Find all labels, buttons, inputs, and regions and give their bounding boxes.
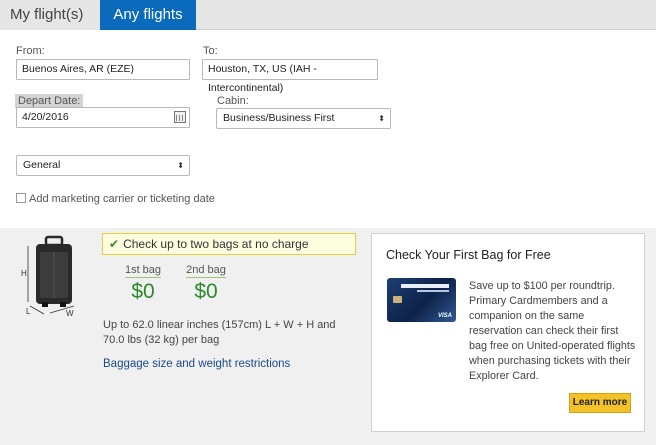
depart-date-input[interactable]: 4/20/2016 [16, 107, 190, 128]
length-label: L [26, 307, 31, 316]
to-input[interactable]: Houston, TX, US (IAH - Intercontinental) [202, 59, 378, 94]
first-bag-label: 1st bag [124, 264, 162, 278]
baggage-panel: H L W ✔ Check up to two bags at no charge… [0, 228, 656, 445]
select-arrows-icon: ⬍ [177, 161, 184, 170]
cabin-select-value: Business/Business First [223, 112, 335, 124]
marketing-carrier-label: Add marketing carrier or ticketing date [29, 193, 215, 205]
bag-allowance-description: Up to 62.0 linear inches (157cm) L + W +… [103, 319, 336, 346]
first-bag-fee: 1st bag $0 [118, 262, 168, 304]
marketing-carrier-option[interactable]: Add marketing carrier or ticketing date [16, 193, 215, 205]
second-bag-label: 2nd bag [186, 264, 226, 278]
from-label: From: [16, 45, 45, 57]
checkmark-icon: ✔ [109, 237, 120, 251]
credit-card-image: VISA [387, 278, 456, 322]
cabin-label: Cabin: [217, 95, 249, 107]
search-form: From: Buenos Aires, AR (EZE) To: Houston… [0, 31, 656, 228]
credit-card-promo: Check Your First Bag for Free VISA Save … [371, 233, 645, 432]
fare-type-value: General [23, 159, 61, 171]
free-bags-banner: ✔ Check up to two bags at no charge [102, 233, 356, 255]
width-label: W [66, 309, 74, 316]
promo-text: Save up to $100 per roundtrip. Primary C… [469, 280, 636, 382]
depart-date-value: 4/20/2016 [22, 111, 69, 123]
card-brand-logo: VISA [437, 313, 452, 319]
baggage-restrictions-link[interactable]: Baggage size and weight restrictions [103, 358, 290, 370]
select-arrows-icon: ⬍ [378, 114, 385, 123]
marketing-carrier-checkbox[interactable] [16, 193, 26, 203]
second-bag-fee: 2nd bag $0 [181, 262, 231, 304]
second-bag-price: $0 [194, 280, 218, 303]
luggage-diagram-icon: H L W [21, 235, 75, 316]
learn-more-button[interactable]: Learn more [569, 393, 631, 413]
first-bag-price: $0 [131, 280, 155, 303]
height-label: H [21, 269, 27, 278]
promo-title: Check Your First Bag for Free [386, 248, 551, 262]
tab-my-flights[interactable]: My flight(s) [0, 0, 100, 30]
flight-tabs: My flight(s) Any flights [0, 0, 656, 30]
cabin-select[interactable]: Business/Business First ⬍ [216, 108, 391, 129]
fare-type-select[interactable]: General ⬍ [16, 155, 190, 176]
calendar-icon[interactable] [174, 111, 186, 123]
depart-date-label: Depart Date: [15, 94, 84, 108]
from-input[interactable]: Buenos Aires, AR (EZE) [16, 59, 190, 80]
free-bags-text: Check up to two bags at no charge [123, 237, 309, 251]
tab-any-flights[interactable]: Any flights [100, 0, 196, 30]
to-label: To: [203, 45, 218, 57]
